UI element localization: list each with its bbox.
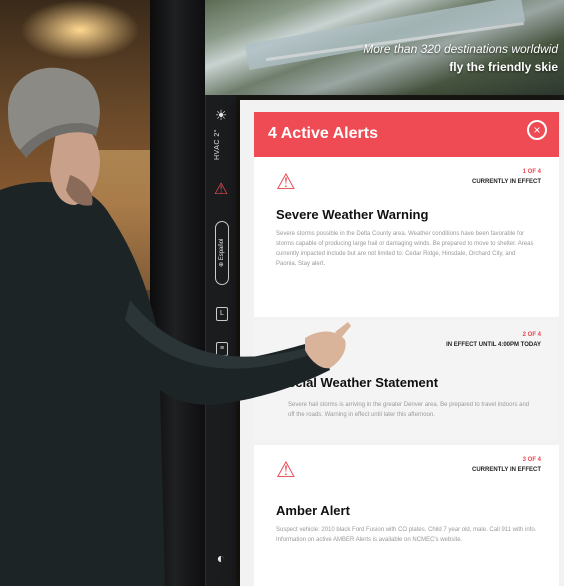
alert-body: Suspect vehicle: 2010 black Ford Fusion … xyxy=(276,527,537,543)
warning-icon: ⚠ xyxy=(276,457,296,482)
alerts-title: 4 Active Alerts xyxy=(268,125,378,142)
kiosk-photo: More than 320 destinations worldwid fly … xyxy=(0,0,564,586)
accessibility-button[interactable]: L xyxy=(216,307,228,321)
alert-card[interactable]: ⚠ 1 OF 4 CURRENTLY IN EFFECT Severe Weat… xyxy=(254,157,559,317)
aerial-city-ad: More than 320 destinations worldwid fly … xyxy=(205,0,564,95)
alert-title: ecial Weather Statement xyxy=(288,375,439,390)
alert-counter: 2 OF 4 xyxy=(522,332,541,338)
alert-counter: 1 OF 4 xyxy=(522,169,541,175)
alert-icon[interactable]: ⚠ xyxy=(210,179,232,199)
alert-card[interactable]: 2 OF 4 IN EFFECT UNTIL 4:00PM TODAY ecia… xyxy=(254,320,559,440)
kiosk-side-rail: ☀ HVAC 2° ⚠ ⊕ Español L ≡ ◐ xyxy=(205,95,236,586)
alerts-header: 4 Active Alerts × xyxy=(254,112,559,157)
street-light-glow xyxy=(20,0,140,60)
warning-icon: ⚠ xyxy=(276,169,296,194)
sun-icon[interactable]: ☀ xyxy=(210,107,232,124)
alert-title: Amber Alert xyxy=(276,503,350,518)
alert-status: CURRENTLY IN EFFECT xyxy=(471,467,541,473)
alert-card[interactable]: ⚠ 3 OF 4 CURRENTLY IN EFFECT Amber Alert… xyxy=(254,445,559,586)
espanol-button[interactable]: ⊕ Español xyxy=(215,221,229,285)
contrast-icon[interactable]: ◐ xyxy=(210,550,232,566)
weather-readout: HVAC 2° xyxy=(214,128,221,160)
menu-button[interactable]: ≡ xyxy=(216,342,228,356)
ad-tagline-line2: fly the friendly skie xyxy=(449,60,558,74)
alert-body: Severe storms possible in the Delta Coun… xyxy=(276,231,534,267)
alert-status: CURRENTLY IN EFFECT xyxy=(471,179,541,185)
kiosk-pole xyxy=(150,0,205,586)
ad-tagline-line1: More than 320 destinations worldwid xyxy=(363,42,558,56)
alert-counter: 3 OF 4 xyxy=(522,457,541,463)
alert-status: IN EFFECT UNTIL 4:00PM TODAY xyxy=(446,342,541,348)
alerts-panel: 4 Active Alerts × ⚠ 1 OF 4 CURRENTLY IN … xyxy=(240,100,564,586)
close-icon[interactable]: × xyxy=(527,120,547,140)
alert-body: Severe hail storms is arriving in the gr… xyxy=(288,402,530,418)
alert-title: Severe Weather Warning xyxy=(276,207,429,222)
ad-tagline: More than 320 destinations worldwid fly … xyxy=(363,40,558,76)
lit-window xyxy=(86,150,156,290)
